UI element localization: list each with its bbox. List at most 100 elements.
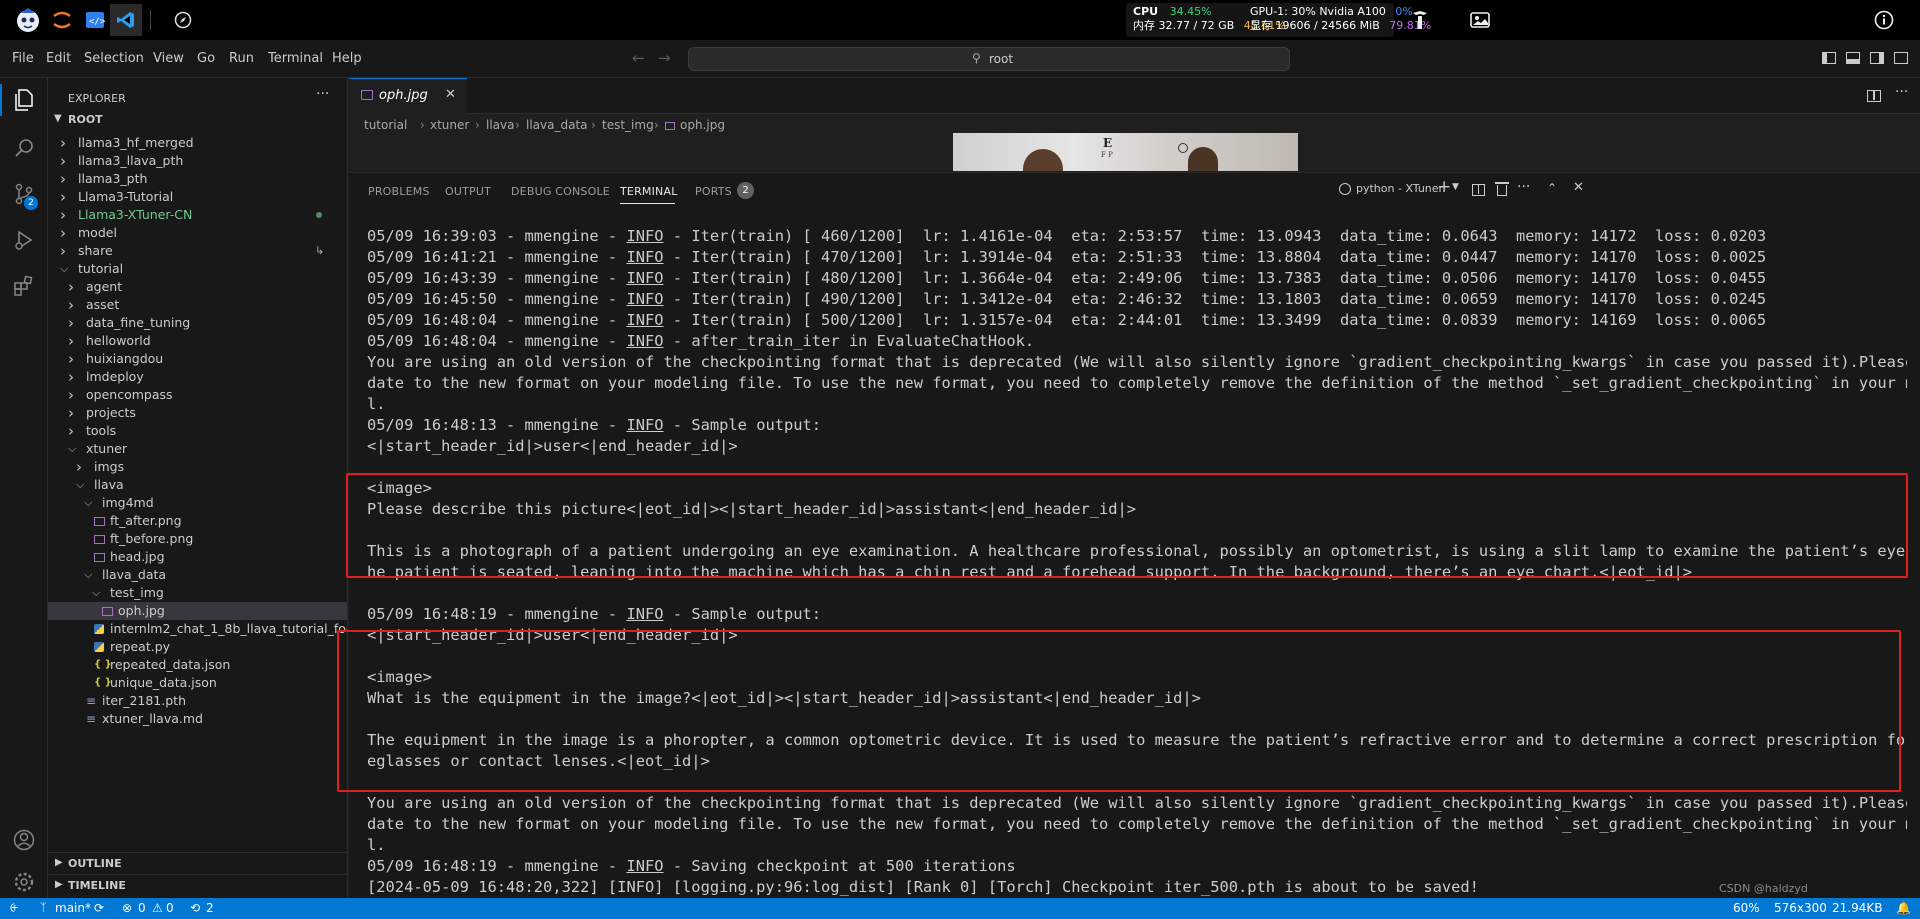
tree-item[interactable]: › projects <box>48 404 347 422</box>
tree-item[interactable]: › asset <box>48 296 347 314</box>
chevron-down-icon[interactable]: ▼ <box>1452 182 1459 192</box>
extensions-icon[interactable] <box>8 270 40 302</box>
warning-icon[interactable]: ⚠ <box>152 901 163 915</box>
tree-item[interactable]: › opencompass <box>48 386 347 404</box>
tree-item[interactable]: { } repeated_data.json <box>48 656 347 674</box>
tree-item[interactable]: › huixiangdou <box>48 350 347 368</box>
tab-debug-console[interactable]: DEBUG CONSOLE <box>511 185 610 198</box>
terminal-output[interactable]: 05/09 16:39:03 - mmengine - INFO - Iter(… <box>367 226 1907 898</box>
menu-run[interactable]: Run <box>229 51 254 66</box>
tree-item[interactable]: oph.jpg <box>48 602 347 620</box>
tree-item[interactable]: ⌵ img4md <box>48 494 347 512</box>
menu-terminal[interactable]: Terminal <box>268 51 323 66</box>
tree-item[interactable]: ⌵ test_img <box>48 584 347 602</box>
ports-forward-icon[interactable]: ⟲ <box>190 901 200 915</box>
nav-back-icon[interactable]: ← <box>632 49 645 67</box>
info-icon[interactable] <box>1868 4 1900 36</box>
tree-item[interactable]: › model <box>48 224 347 242</box>
run-debug-icon[interactable] <box>8 224 40 256</box>
tree-item[interactable]: head.jpg <box>48 548 347 566</box>
tree-item[interactable]: › tools <box>48 422 347 440</box>
split-terminal-icon[interactable] <box>1472 184 1485 196</box>
menu-edit[interactable]: Edit <box>46 51 71 66</box>
error-icon[interactable]: ⊗ <box>122 901 132 915</box>
tab-output[interactable]: OUTPUT <box>445 185 491 198</box>
layout-panel-icon[interactable] <box>1846 52 1860 64</box>
search-icon[interactable] <box>8 132 40 164</box>
notifications-bell-icon[interactable]: 🔔 <box>1896 901 1911 915</box>
settings-gear-icon[interactable] <box>8 866 40 898</box>
image-viewer-icon[interactable] <box>1464 4 1496 36</box>
tree-item[interactable]: ≡ xtuner_llava.md <box>48 710 347 728</box>
accounts-icon[interactable] <box>8 824 40 856</box>
split-editor-icon[interactable] <box>1867 90 1881 102</box>
tree-item[interactable]: ⌵ tutorial <box>48 260 347 278</box>
tree-item[interactable]: › lmdeploy <box>48 368 347 386</box>
nav-forward-icon[interactable]: → <box>658 49 671 67</box>
source-control-icon[interactable]: 2 <box>8 178 40 210</box>
tree-item[interactable]: › imgs <box>48 458 347 476</box>
tree-item[interactable]: › llama3_pth <box>48 170 347 188</box>
tab-terminal[interactable]: TERMINAL <box>620 185 678 198</box>
tree-item[interactable]: ft_after.png <box>48 512 347 530</box>
vscode-icon[interactable] <box>110 4 142 36</box>
panel-more-icon[interactable]: ··· <box>1517 179 1530 195</box>
layout-secondary-sidebar-icon[interactable] <box>1870 52 1884 64</box>
menu-selection[interactable]: Selection <box>84 51 144 66</box>
tree-item[interactable]: repeat.py <box>48 638 347 656</box>
sync-icon[interactable]: ⟳ <box>94 901 104 915</box>
terminal-instance-name[interactable]: python - XTuner <box>1356 182 1443 195</box>
terminal-scrollbar[interactable] <box>1911 226 1919 898</box>
close-panel-icon[interactable]: ✕ <box>1573 180 1584 195</box>
tree-item[interactable]: ft_before.png <box>48 530 347 548</box>
mascot-logo-icon[interactable] <box>12 4 44 36</box>
breadcrumb-test-img[interactable]: test_img <box>602 118 654 132</box>
breadcrumb-xtuner[interactable]: xtuner <box>430 118 469 132</box>
command-center[interactable]: ⚲ root <box>688 47 1290 71</box>
maximize-panel-icon[interactable]: ⌃ <box>1547 181 1557 195</box>
breadcrumb-tutorial[interactable]: tutorial <box>364 118 407 132</box>
root-section-header[interactable]: ▼ ROOT <box>48 110 347 132</box>
breadcrumb-llava-data[interactable]: llava_data <box>526 118 588 132</box>
jupyter-icon[interactable] <box>46 4 78 36</box>
menu-file[interactable]: File <box>12 51 34 66</box>
menu-go[interactable]: Go <box>197 51 215 66</box>
branch-name[interactable]: main* <box>55 901 91 915</box>
breadcrumb-oph-jpg[interactable]: oph.jpg <box>680 118 725 132</box>
explorer-icon[interactable] <box>8 84 40 116</box>
timeline-section-header[interactable]: ▶ TIMELINE <box>48 874 347 896</box>
tree-item[interactable]: › Llama3-XTuner-CN <box>48 206 347 224</box>
editor-more-icon[interactable]: ··· <box>1895 84 1908 100</box>
tree-item[interactable]: { } unique_data.json <box>48 674 347 692</box>
tree-item[interactable]: ⌵ xtuner <box>48 440 347 458</box>
tab-problems[interactable]: PROBLEMS <box>368 185 430 198</box>
tree-item[interactable]: › Llama3-Tutorial <box>48 188 347 206</box>
outline-section-header[interactable]: ▶ OUTLINE <box>48 852 347 874</box>
close-icon[interactable]: ✕ <box>445 87 456 102</box>
zoom-level[interactable]: 60% <box>1733 901 1760 915</box>
customize-layout-icon[interactable] <box>1894 52 1908 64</box>
new-terminal-icon[interactable]: + <box>1437 177 1451 197</box>
tab-oph-jpg[interactable]: oph.jpg ✕ <box>349 78 467 114</box>
code-editor-icon[interactable]: </> <box>79 4 111 36</box>
tree-item[interactable]: ≡ iter_2181.pth <box>48 692 347 710</box>
ide-icon[interactable] <box>1404 4 1436 36</box>
layout-sidebar-icon[interactable] <box>1822 52 1836 64</box>
tree-item[interactable]: internlm2_chat_1_8b_llava_tutorial_fool.… <box>48 620 347 638</box>
tree-item[interactable]: ⌵ llava_data <box>48 566 347 584</box>
trash-icon[interactable] <box>1495 182 1509 196</box>
tree-item[interactable]: › llama3_hf_merged <box>48 134 347 152</box>
compass-icon[interactable] <box>167 4 199 36</box>
tree-item[interactable]: › agent <box>48 278 347 296</box>
remote-indicator-icon[interactable]: ⨭ <box>10 901 18 916</box>
tree-item[interactable]: › share ↳ <box>48 242 347 260</box>
breadcrumb-llava[interactable]: llava <box>486 118 514 132</box>
tree-item[interactable]: › helloworld <box>48 332 347 350</box>
menu-help[interactable]: Help <box>332 51 362 66</box>
more-actions-icon[interactable]: ··· <box>316 86 329 102</box>
tree-item[interactable]: ⌵ llava <box>48 476 347 494</box>
tab-ports[interactable]: PORTS <box>695 185 732 198</box>
tree-item[interactable]: › data_fine_tuning <box>48 314 347 332</box>
tree-item[interactable]: › llama3_llava_pth <box>48 152 347 170</box>
menu-view[interactable]: View <box>153 51 184 66</box>
